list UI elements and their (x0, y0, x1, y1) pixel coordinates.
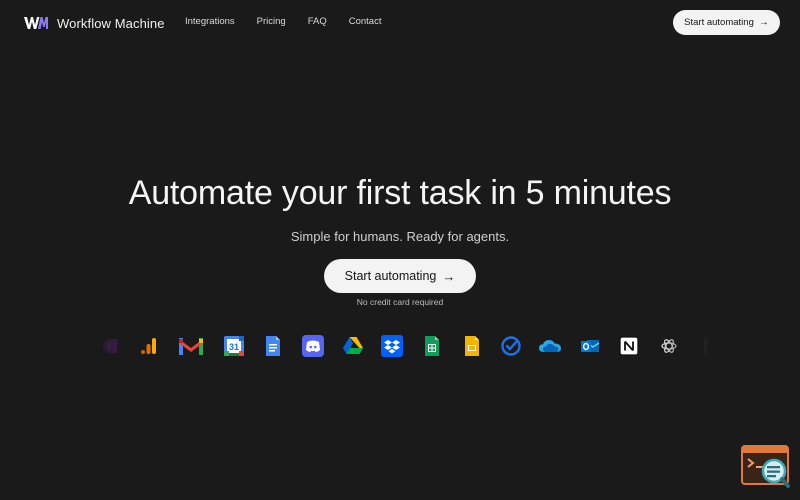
notion-icon (615, 332, 643, 360)
onedrive-icon (536, 332, 564, 360)
outlook-icon (576, 332, 604, 360)
nav-cta-label: Start automating (684, 17, 754, 28)
partial-icon (692, 332, 720, 360)
nav-start-automating-button[interactable]: Start automating → (673, 10, 780, 35)
hero-subtitle: Simple for humans. Ready for agents. (290, 229, 510, 244)
gmail-icon (177, 332, 205, 360)
onenote-icon (96, 332, 124, 360)
calendar-day-text: 31 (229, 342, 239, 352)
brand[interactable]: Workflow Machine (24, 13, 165, 33)
help-widget-button[interactable] (741, 444, 791, 490)
google-calendar-icon: 31 (220, 332, 248, 360)
nav-link-integrations[interactable]: Integrations (185, 16, 235, 27)
nav-link-pricing[interactable]: Pricing (257, 16, 286, 27)
google-drive-icon (339, 332, 367, 360)
hero-title: Automate your first task in 5 minutes (128, 174, 672, 212)
brand-name: Workflow Machine (57, 15, 165, 31)
nav-links: Integrations Pricing FAQ Contact (185, 16, 403, 27)
arrow-right-icon: → (758, 17, 769, 28)
todo-icon (497, 332, 525, 360)
workflow-machine-logo (24, 17, 48, 29)
nav-link-contact[interactable]: Contact (349, 16, 382, 27)
no-credit-card-note: No credit card required (356, 297, 444, 307)
openai-icon (655, 332, 683, 360)
google-sheets-icon (418, 332, 446, 360)
top-nav: Workflow Machine Integrations Pricing FA… (0, 0, 800, 45)
discord-icon (299, 332, 327, 360)
arrow-right-icon: → (442, 268, 456, 284)
dropbox-icon (378, 332, 406, 360)
integrations-strip: 31 (0, 332, 800, 360)
nav-link-faq[interactable]: FAQ (308, 16, 327, 27)
google-docs-icon (259, 332, 287, 360)
terminal-search-icon (741, 445, 790, 488)
google-slides-icon (458, 332, 486, 360)
google-analytics-icon (135, 332, 163, 360)
hero-start-automating-button[interactable]: Start automating → (324, 259, 476, 293)
hero-cta-label: Start automating (344, 269, 437, 283)
